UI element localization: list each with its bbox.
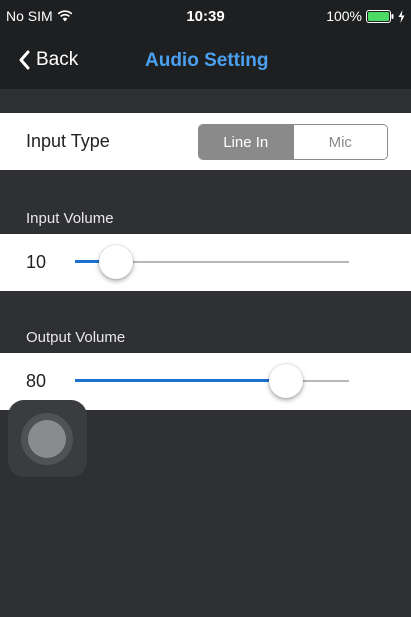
navigation-bar: Back Audio Setting	[0, 32, 411, 89]
page-title: Audio Setting	[145, 50, 269, 71]
back-label: Back	[36, 49, 79, 70]
status-right: 100%	[326, 8, 405, 24]
input-type-label: Input Type	[26, 131, 110, 151]
slider-thumb[interactable]	[269, 364, 303, 398]
back-button[interactable]: Back	[18, 49, 78, 71]
battery-percent: 100%	[326, 8, 362, 24]
input-volume-header: Input Volume	[0, 170, 411, 234]
input-volume-header-label: Input Volume	[26, 210, 114, 227]
input-volume-row: 10	[0, 234, 411, 291]
input-type-row: Input Type Line In Mic	[0, 113, 411, 170]
chevron-left-icon	[19, 50, 30, 70]
output-volume-value: 80	[26, 371, 47, 391]
segment-line-in[interactable]: Line In	[199, 125, 293, 159]
battery-icon	[366, 9, 394, 23]
slider-thumb[interactable]	[99, 245, 133, 279]
segment-mic[interactable]: Mic	[292, 125, 387, 159]
input-volume-slider[interactable]	[75, 234, 349, 290]
input-volume-value: 10	[26, 252, 47, 272]
input-type-segmented-control[interactable]: Line In Mic	[198, 124, 388, 160]
output-volume-header: Output Volume	[0, 291, 411, 353]
status-bar: No SIM 10:39 100%	[0, 0, 411, 32]
assistive-touch-button[interactable]	[8, 400, 87, 477]
audio-setting-screen: No SIM 10:39 100% Back Audio Setting Inp…	[0, 0, 411, 617]
slider-fill	[75, 379, 286, 382]
assistive-touch-core	[28, 420, 66, 458]
output-volume-header-label: Output Volume	[26, 329, 126, 346]
assistive-touch-icon	[21, 413, 73, 465]
charging-bolt-icon	[398, 9, 405, 23]
output-volume-slider[interactable]	[75, 353, 349, 409]
section-spacer	[0, 89, 411, 113]
